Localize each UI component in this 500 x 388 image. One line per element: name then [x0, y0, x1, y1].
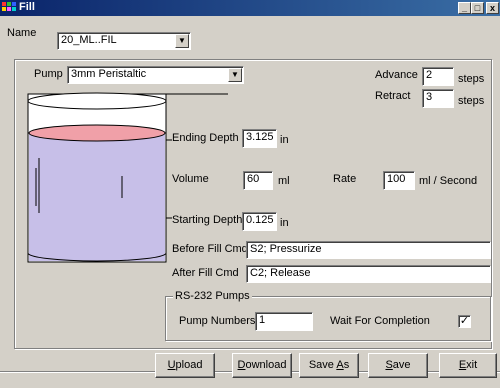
pump-label: Pump — [34, 68, 63, 80]
exit-label: xit — [466, 359, 478, 371]
ending-depth-unit: in — [280, 134, 289, 146]
pump-numbers-label: Pump Numbers — [179, 315, 256, 327]
rate-input[interactable]: 100 — [383, 171, 415, 190]
before-fill-input[interactable]: S2; Pressurize — [246, 241, 491, 259]
name-dropdown-arrow-icon[interactable]: ▼ — [175, 34, 189, 48]
close-button[interactable]: x — [486, 2, 499, 14]
app-icon — [2, 2, 16, 11]
ending-depth-input[interactable]: 3.125 — [242, 129, 277, 148]
name-value: 20_ML..FIL — [61, 34, 117, 46]
rs232-group-title: RS-232 Pumps — [173, 290, 252, 302]
retract-label: Retract — [375, 90, 411, 102]
liquid-surface — [28, 124, 166, 142]
upload-accel: U — [167, 359, 176, 371]
starting-depth-label: Starting Depth — [172, 214, 243, 226]
starting-depth-unit: in — [280, 217, 289, 229]
download-button[interactable]: Download — [232, 353, 292, 378]
pump-dropdown-arrow-icon[interactable]: ▼ — [228, 68, 242, 82]
starting-depth-input[interactable]: 0.125 — [242, 212, 277, 231]
retract-input[interactable]: 3 — [422, 89, 454, 108]
download-label: ownload — [245, 359, 287, 371]
advance-label: Advance — [375, 69, 418, 81]
name-combo[interactable]: 20_ML..FIL ▼ — [57, 32, 191, 50]
minimize-button[interactable]: _ — [458, 2, 471, 14]
rate-unit: ml / Second — [419, 175, 478, 187]
upload-label: pload — [175, 359, 203, 371]
title-bar[interactable]: Fill _ □ x — [0, 0, 500, 16]
advance-unit: steps — [458, 73, 485, 85]
volume-input[interactable]: 60 — [243, 171, 273, 190]
save-label: ave — [392, 359, 411, 371]
save-as-button[interactable]: Save As — [299, 353, 359, 378]
save-accel: S — [385, 359, 393, 371]
save-button[interactable]: Save — [368, 353, 428, 378]
exit-button[interactable]: Exit — [439, 353, 497, 378]
pump-combo[interactable]: 3mm Peristaltic ▼ — [67, 66, 244, 84]
name-label: Name — [7, 27, 37, 39]
pump-value: 3mm Peristaltic — [71, 68, 147, 80]
ending-depth-label: Ending Depth — [172, 132, 239, 144]
liquid-body — [29, 133, 165, 261]
before-fill-label: Before Fill Cmd — [172, 243, 248, 255]
save-as-label-post: s — [343, 359, 350, 371]
rate-label: Rate — [333, 173, 357, 185]
save-as-accel: A — [336, 359, 344, 371]
maximize-button[interactable]: □ — [471, 2, 484, 14]
window-title: Fill — [19, 1, 35, 13]
volume-label: Volume — [172, 173, 209, 185]
retract-unit: steps — [458, 95, 485, 107]
save-as-label-pre: Save — [308, 359, 337, 371]
pump-numbers-input[interactable]: 1 — [255, 312, 313, 331]
wait-for-completion-label: Wait For Completion — [330, 315, 430, 327]
volume-unit: ml — [278, 175, 290, 187]
upload-button[interactable]: Upload — [155, 353, 215, 378]
wait-for-completion-checkbox[interactable]: ✓ — [458, 315, 471, 328]
after-fill-input[interactable]: C2; Release — [246, 265, 491, 283]
after-fill-label: After Fill Cmd — [172, 267, 239, 279]
advance-input[interactable]: 2 — [422, 67, 454, 86]
